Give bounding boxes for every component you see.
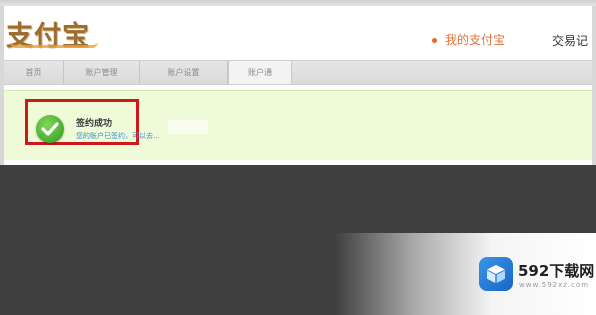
success-title: 签约成功 — [76, 119, 113, 129]
trade-records-link[interactable]: 交易记 — [552, 32, 588, 49]
tab-account-settings[interactable]: 账户设置 — [140, 61, 228, 84]
success-subtitle-link[interactable]: 您的账户已签约，可以去... — [76, 131, 160, 141]
watermark-title: 592下载网 — [518, 262, 595, 280]
my-alipay-label: 我的支付宝 — [445, 33, 506, 47]
nav-tab-bar: 首页 账户管理 账户设置 账户通 — [4, 60, 592, 85]
watermark-logo-icon — [479, 257, 513, 291]
tab-home[interactable]: 首页 — [4, 61, 64, 84]
tab-account-management[interactable]: 账户管理 — [64, 61, 140, 84]
blurred-region — [168, 120, 208, 134]
watermark-url: www.592xz.com — [519, 281, 590, 289]
check-icon — [36, 115, 64, 143]
logo-swoosh — [10, 42, 98, 48]
tab-account-link[interactable]: 账户通 — [228, 61, 292, 84]
bullet-icon — [432, 38, 437, 43]
my-alipay-link[interactable]: 我的支付宝 — [432, 31, 505, 48]
